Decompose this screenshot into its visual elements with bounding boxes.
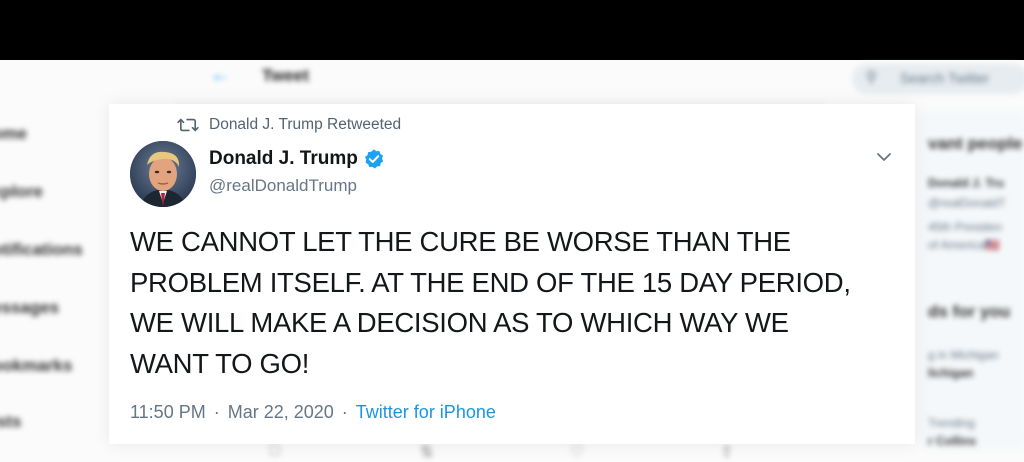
nav-item-messages[interactable]: essages bbox=[0, 298, 59, 318]
who-to-follow-title: vant people bbox=[928, 134, 1023, 153]
meta-separator-2: · bbox=[341, 402, 348, 422]
back-arrow-icon[interactable]: ← bbox=[210, 64, 230, 87]
tweet-metadata: 11:50 PM · Mar 22, 2020 · Twitter for iP… bbox=[130, 402, 496, 423]
search-icon: ⚲ bbox=[866, 69, 877, 86]
trend-2-context: Trending bbox=[928, 416, 975, 430]
verified-badge-icon bbox=[364, 149, 384, 169]
avatar-portrait bbox=[130, 141, 196, 207]
chevron-down-icon[interactable] bbox=[875, 150, 893, 164]
trend-1-context: g in Michigan bbox=[928, 348, 999, 362]
background-header-title: Tweet bbox=[262, 66, 309, 85]
tweet-time[interactable]: 11:50 PM bbox=[130, 402, 206, 423]
trend-2-name[interactable]: r Collins bbox=[928, 434, 976, 448]
nav-item-lists[interactable]: ists bbox=[0, 412, 21, 432]
retweet-action-icon[interactable]: ⇅ bbox=[420, 442, 433, 462]
nav-item-explore[interactable]: xplore bbox=[0, 182, 43, 202]
author-name-text: Donald J. Trump bbox=[209, 148, 358, 169]
retweet-context[interactable]: Donald J. Trump Retweeted bbox=[177, 116, 401, 134]
suggested-user-handle: @realDonaldT bbox=[928, 196, 1006, 210]
search-placeholder: Search Twitter bbox=[900, 70, 990, 86]
tweet-source-link[interactable]: Twitter for iPhone bbox=[356, 402, 496, 423]
suggested-user-bio-line1: 45th Presiden bbox=[928, 220, 1003, 234]
tweet-date[interactable]: Mar 22, 2020 bbox=[228, 402, 334, 423]
avatar[interactable] bbox=[130, 141, 196, 207]
trends-title: ds for you bbox=[928, 302, 1011, 321]
retweeted-by-label: Donald J. Trump Retweeted bbox=[209, 116, 402, 133]
retweet-icon bbox=[177, 118, 199, 132]
nav-item-bookmarks[interactable]: ookmarks bbox=[0, 356, 72, 376]
suggested-user-bio-line2: of America🇺🇸 bbox=[928, 238, 1000, 252]
author-handle[interactable]: @realDonaldTrump bbox=[209, 176, 357, 196]
meta-separator: · bbox=[213, 402, 220, 422]
nav-item-notifications[interactable]: otifications bbox=[0, 240, 83, 260]
tweet-text: WE CANNOT LET THE CURE BE WORSE THAN THE… bbox=[130, 226, 851, 379]
trend-1-name[interactable]: lichigan bbox=[928, 366, 973, 380]
like-icon[interactable]: ♡ bbox=[570, 442, 584, 462]
right-panel bbox=[918, 110, 1024, 450]
author-name[interactable]: Donald J. Trump bbox=[209, 148, 385, 170]
tweet-card[interactable]: Donald J. Trump Retweeted Donald J. Trum… bbox=[109, 104, 915, 444]
letterbox-top bbox=[0, 0, 1024, 60]
share-icon[interactable]: ⇧ bbox=[720, 442, 733, 462]
reply-icon[interactable]: □ bbox=[270, 442, 280, 460]
nav-item-home[interactable]: ome bbox=[0, 124, 27, 144]
suggested-user-name[interactable]: Donald J. Tru bbox=[928, 176, 1004, 190]
